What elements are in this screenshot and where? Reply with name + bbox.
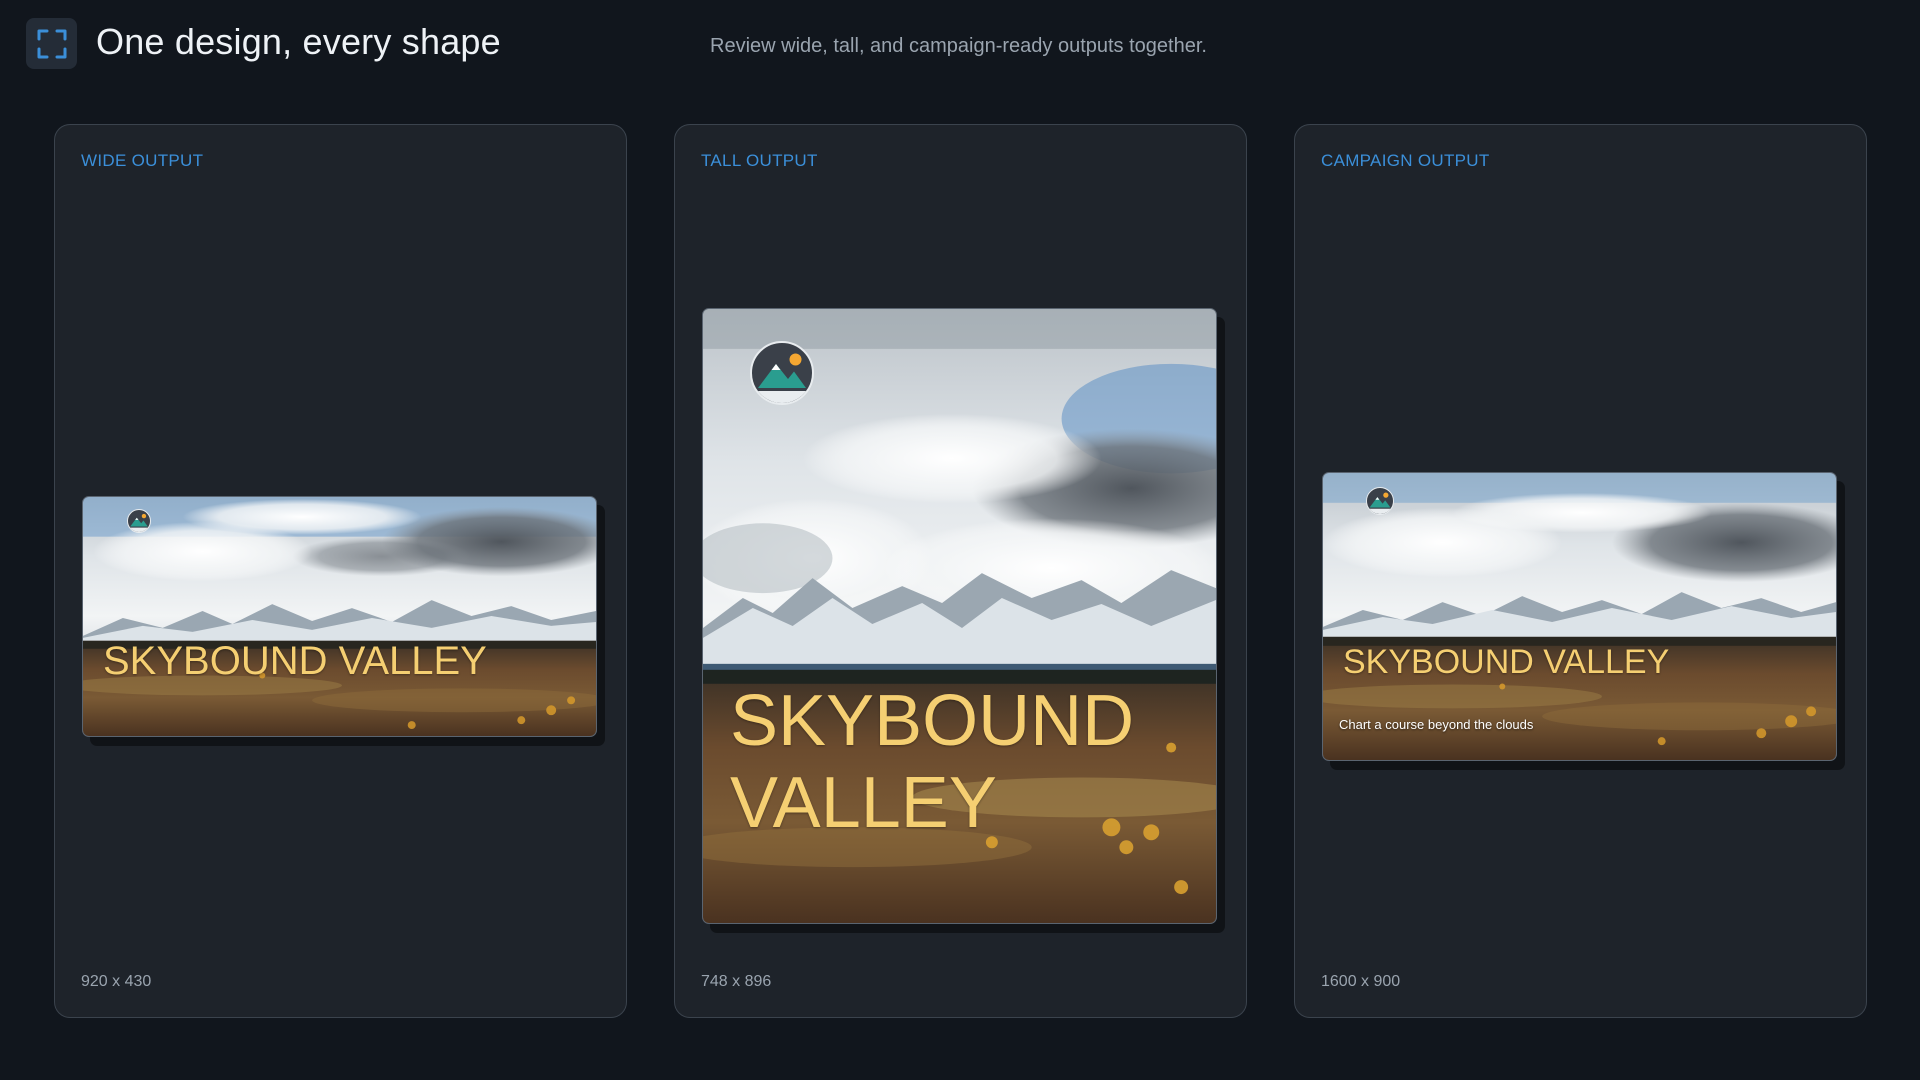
mountain-logo-icon bbox=[1366, 487, 1394, 515]
landscape-image bbox=[83, 497, 596, 736]
wide-output-panel: WIDE OUTPUT SKYBOUND VALLEY 920 x 430 bbox=[54, 124, 627, 1018]
output-size: 1600 x 900 bbox=[1321, 973, 1401, 990]
page-subtitle: Review wide, tall, and campaign-ready ou… bbox=[710, 35, 1207, 57]
expand-frame-icon[interactable] bbox=[26, 18, 77, 69]
panel-label: CAMPAIGN OUTPUT bbox=[1321, 151, 1490, 170]
headline: SKYBOUND VALLEY bbox=[1343, 643, 1670, 681]
tall-output-panel: TALL OUTPUT SKYBOUND VALLEY 748 x 896 bbox=[674, 124, 1247, 1018]
campaign-output-panel: CAMPAIGN OUTPUT SKYBOUND VALLEY Chart a … bbox=[1294, 124, 1867, 1018]
tall-preview[interactable]: SKYBOUND VALLEY bbox=[702, 308, 1217, 924]
tagline: Chart a course beyond the clouds bbox=[1339, 717, 1534, 732]
headline-line-1: SKYBOUND bbox=[730, 681, 1135, 761]
mountain-logo-icon bbox=[750, 341, 814, 405]
campaign-preview[interactable]: SKYBOUND VALLEY Chart a course beyond th… bbox=[1322, 472, 1837, 761]
headline-line-2: VALLEY bbox=[730, 763, 997, 843]
page-title: One design, every shape bbox=[96, 21, 501, 62]
panel-label: WIDE OUTPUT bbox=[81, 151, 204, 170]
output-size: 748 x 896 bbox=[701, 973, 772, 990]
wide-preview[interactable]: SKYBOUND VALLEY bbox=[82, 496, 597, 737]
mountain-logo-icon bbox=[127, 509, 151, 533]
page-header: One design, every shape Review wide, tal… bbox=[0, 0, 1920, 90]
output-size: 920 x 430 bbox=[81, 973, 152, 990]
headline: SKYBOUND VALLEY bbox=[103, 639, 487, 683]
panel-label: TALL OUTPUT bbox=[701, 151, 818, 170]
